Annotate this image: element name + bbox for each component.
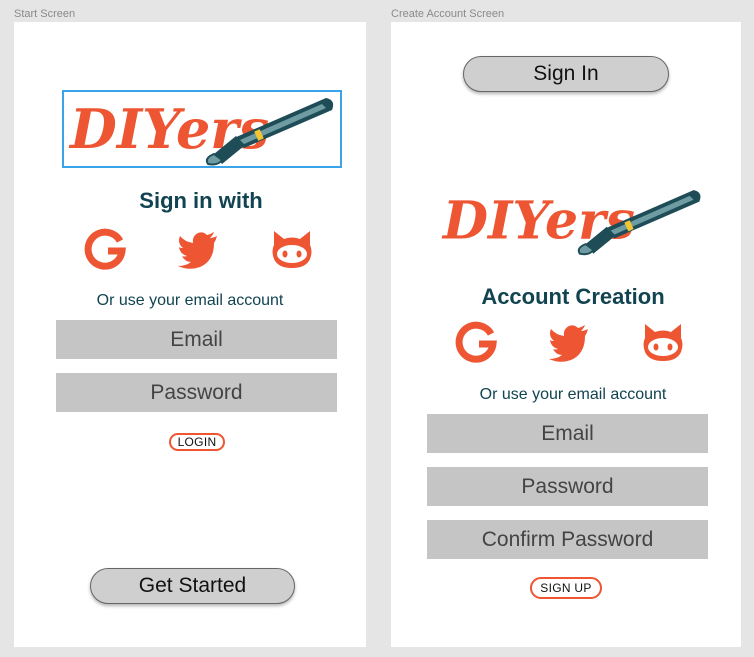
create-account-artboard: Sign In DIYers Account Creation Or use y… xyxy=(391,22,741,647)
login-button[interactable]: LOGIN xyxy=(169,433,225,451)
create-account-screen-label: Create Account Screen xyxy=(391,8,505,20)
sign-in-button[interactable]: Sign In xyxy=(463,56,669,92)
alt-signin-text: Or use your email account xyxy=(96,292,284,309)
sign-in-heading: Sign in with xyxy=(139,188,263,213)
confirm-password-field[interactable]: Confirm Password xyxy=(427,520,708,559)
password-field[interactable]: Password xyxy=(56,373,337,412)
github-icon[interactable] xyxy=(270,227,314,271)
account-creation-heading: Account Creation xyxy=(481,284,665,309)
twitter-icon[interactable] xyxy=(548,320,592,364)
email-field[interactable]: Email xyxy=(56,320,337,359)
email-field[interactable]: Email xyxy=(427,414,708,453)
twitter-icon[interactable] xyxy=(177,227,221,271)
google-icon[interactable] xyxy=(455,320,499,364)
logo-selection-frame xyxy=(62,90,342,168)
get-started-button[interactable]: Get Started xyxy=(90,568,295,604)
start-screen-label: Start Screen xyxy=(14,8,76,20)
diyers-logo: DIYers xyxy=(441,182,709,258)
sign-up-button[interactable]: SIGN UP xyxy=(530,577,602,599)
password-field[interactable]: Password xyxy=(427,467,708,506)
google-icon[interactable] xyxy=(84,227,128,271)
github-icon[interactable] xyxy=(641,320,685,364)
alt-signin-text: Or use your email account xyxy=(479,386,667,403)
start-screen-artboard: DIYers Sign in with Or use your email ac… xyxy=(14,22,366,647)
